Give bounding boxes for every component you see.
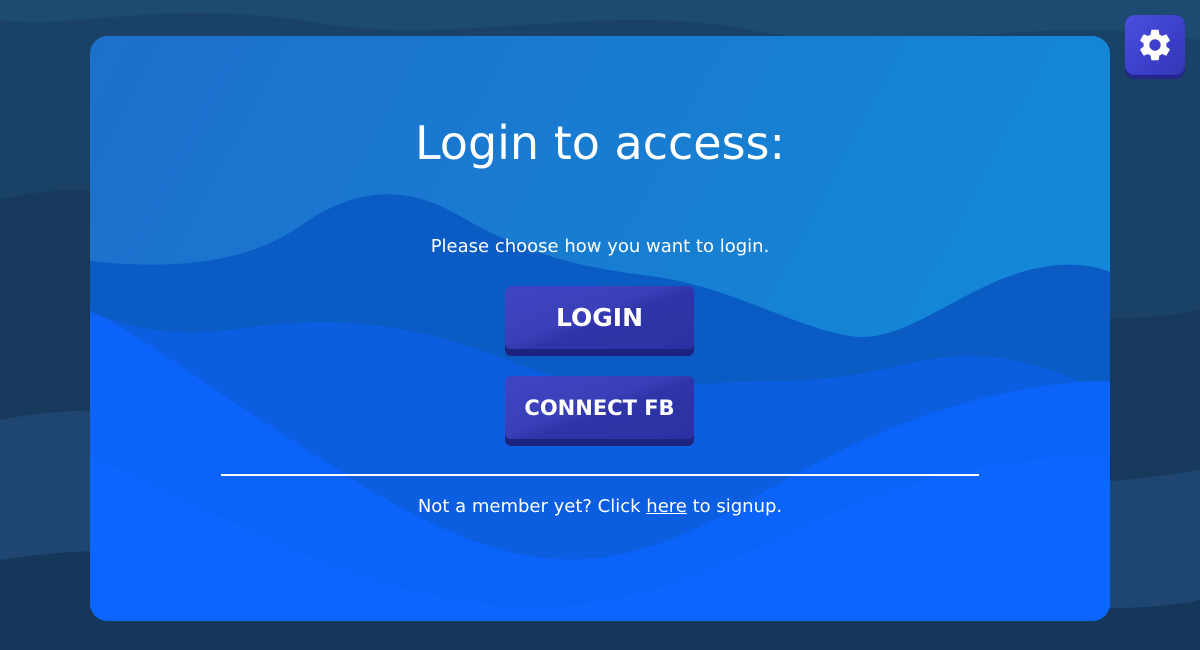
signup-prompt-suffix: to signup.: [686, 496, 783, 517]
signup-link[interactable]: here: [646, 496, 687, 517]
signup-prompt-text: Not a member yet? Click: [417, 496, 647, 517]
divider: [221, 474, 979, 476]
gear-icon: [1140, 29, 1170, 61]
connect-fb-button[interactable]: CONNECT FB: [505, 376, 694, 439]
login-button-label: LOGIN: [555, 303, 644, 332]
login-instructions: Please choose how you want to login.: [430, 236, 770, 257]
signup-prompt: Not a member yet? Click here to signup.: [90, 496, 1110, 517]
login-panel: Login to access: Please choose how you w…: [90, 36, 1110, 621]
login-button[interactable]: LOGIN: [505, 286, 694, 349]
page-title: Login to access:: [414, 116, 786, 170]
connect-fb-button-label: CONNECT FB: [524, 395, 675, 420]
settings-button[interactable]: [1125, 15, 1185, 75]
